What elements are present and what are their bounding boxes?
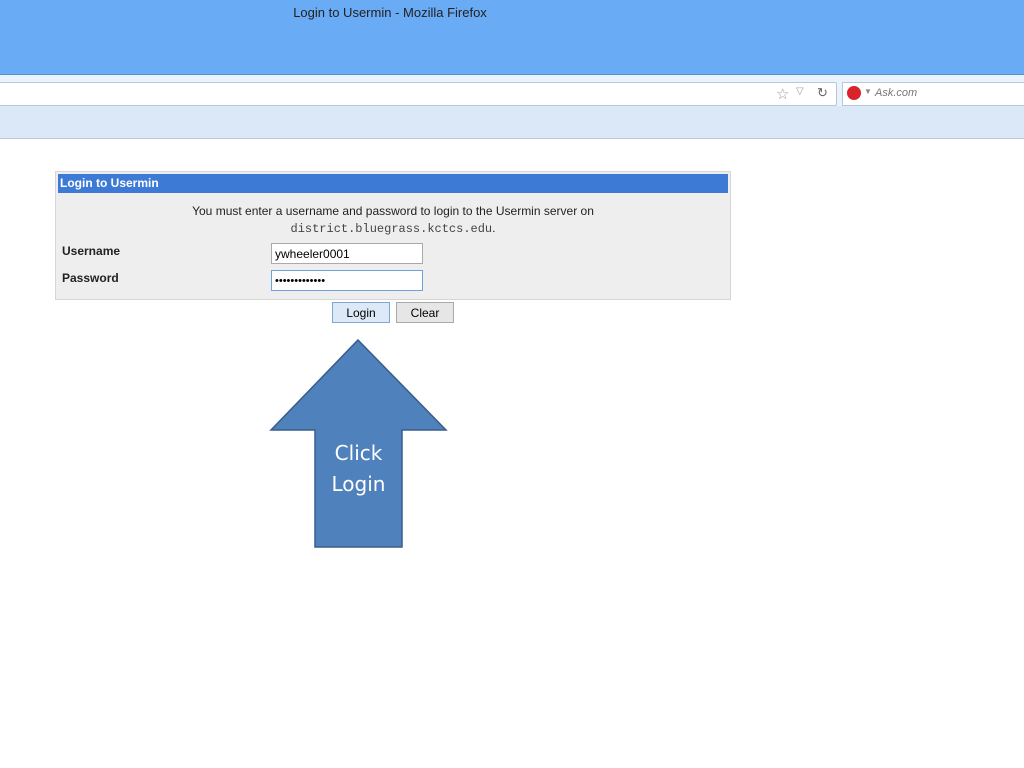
arrow-annotation xyxy=(269,338,448,548)
arrow-label-line2: Login xyxy=(331,472,386,496)
arrow-label: Click Login xyxy=(315,438,402,500)
arrow-label-line1: Click xyxy=(334,441,383,465)
